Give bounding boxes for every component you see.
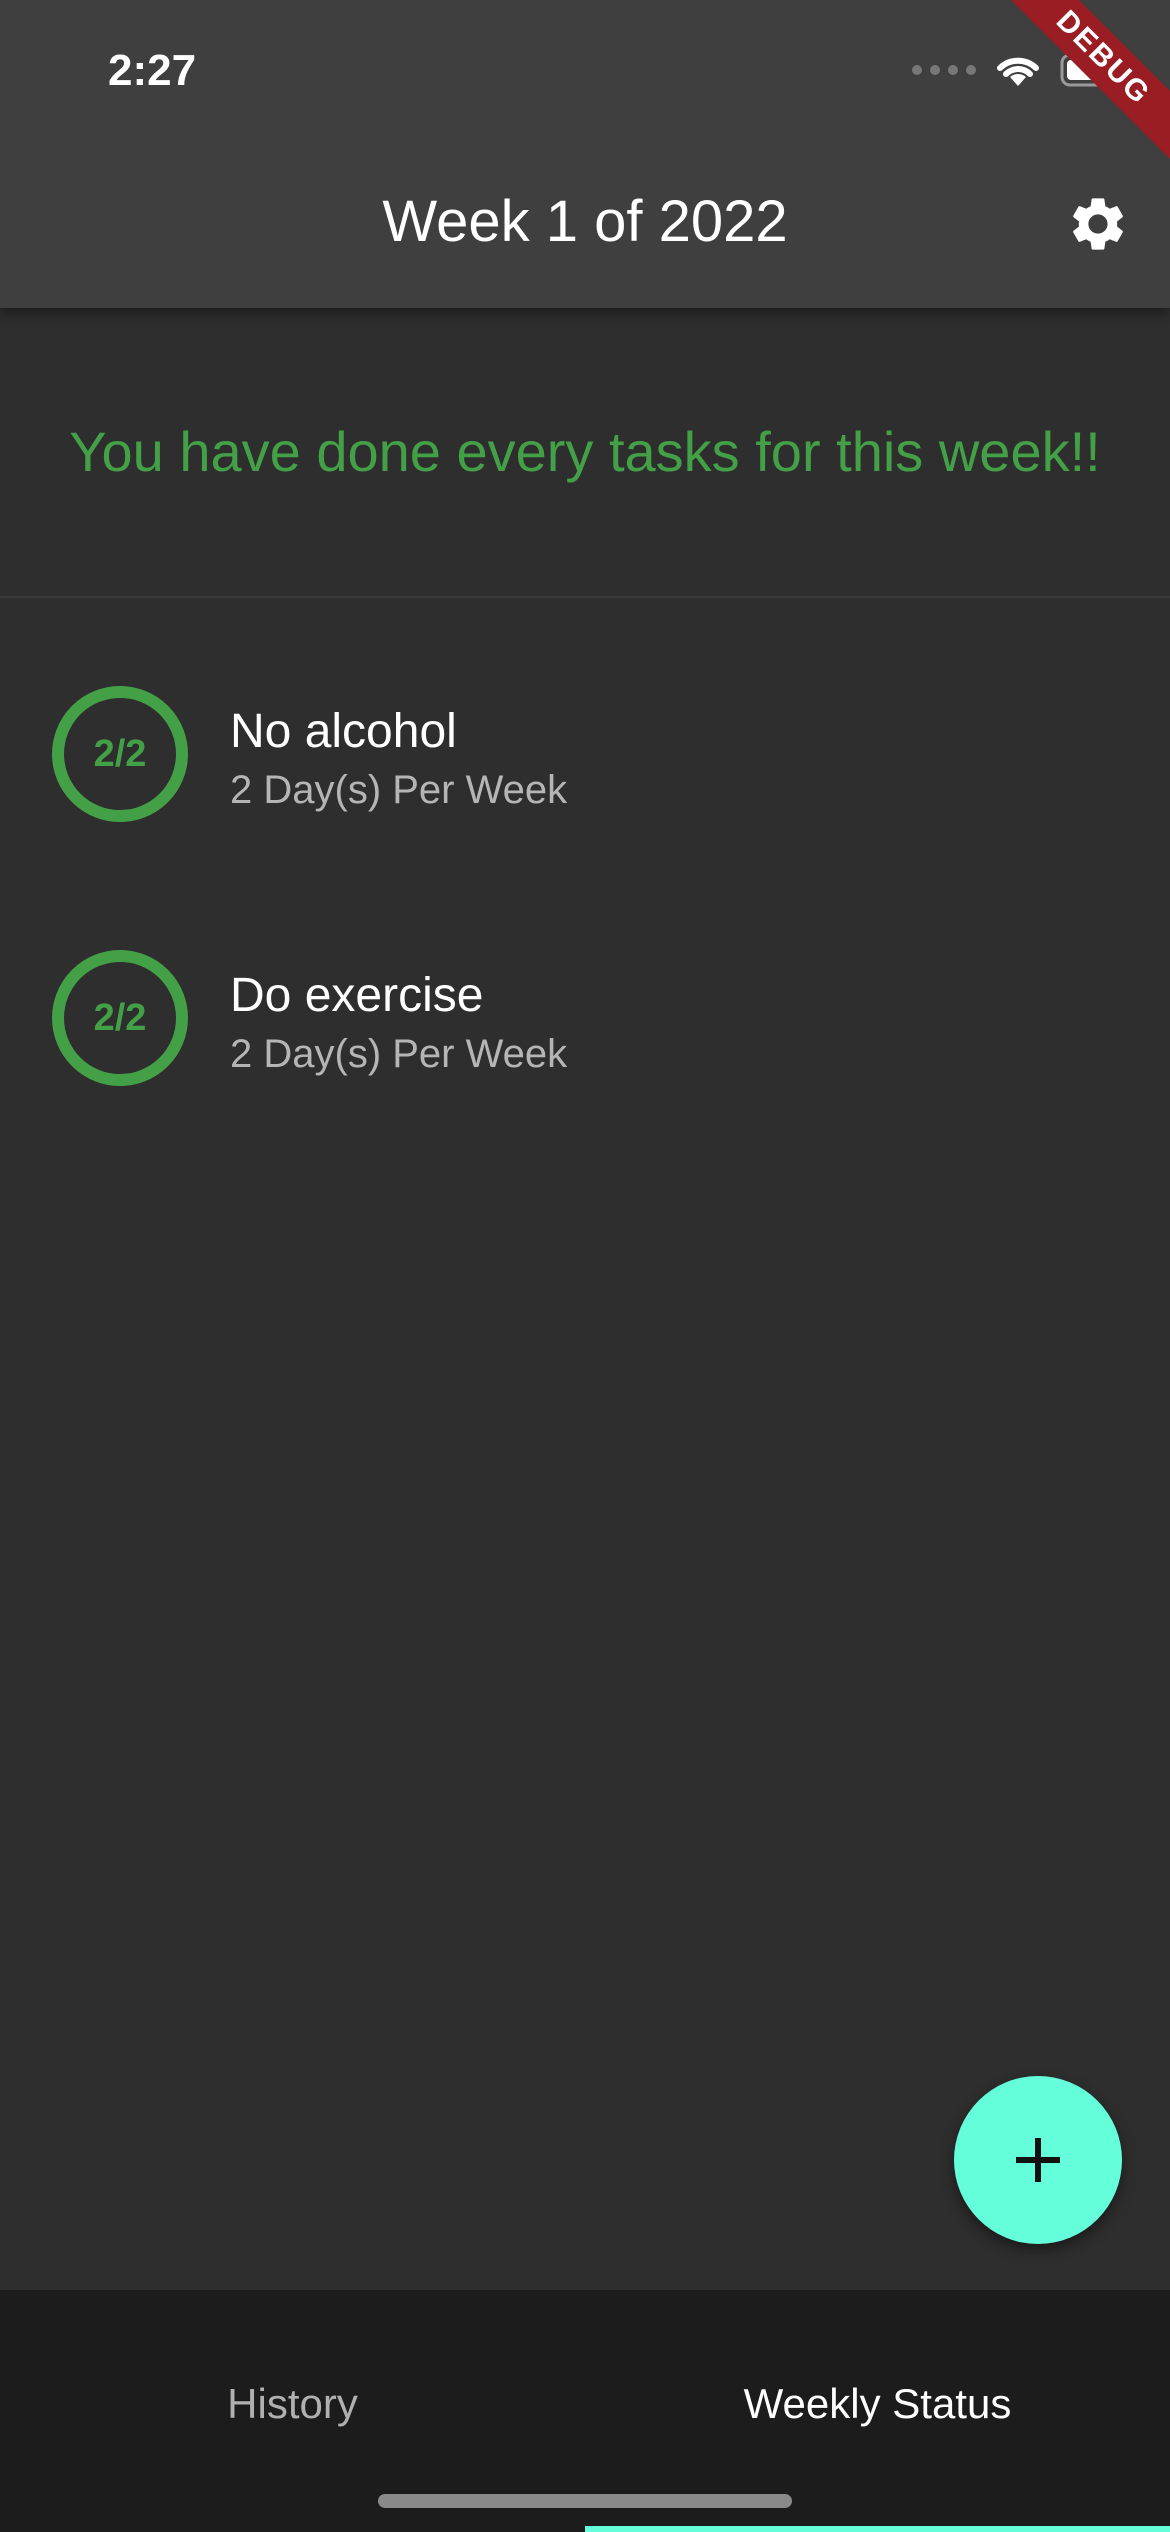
tab-weekly-status-label: Weekly Status xyxy=(743,2380,1012,2427)
task-item[interactable]: 2/2 Do exercise 2 Day(s) Per Week xyxy=(0,920,1170,1120)
task-frequency: 2 Day(s) Per Week xyxy=(230,1032,568,1076)
progress-ring: 2/2 xyxy=(52,686,188,822)
plus-icon xyxy=(1016,2138,1060,2182)
add-task-button[interactable] xyxy=(954,2076,1122,2244)
screen: 2:27 Week 1 of 2022 DEBUG You have done … xyxy=(0,0,1170,2532)
task-frequency: 2 Day(s) Per Week xyxy=(230,768,568,812)
completion-message: You have done every tasks for this week!… xyxy=(69,420,1101,483)
selected-tab-indicator xyxy=(585,2526,1170,2532)
completion-banner: You have done every tasks for this week!… xyxy=(0,308,1170,598)
task-item[interactable]: 2/2 No alcohol 2 Day(s) Per Week xyxy=(0,656,1170,856)
top-bar: 2:27 Week 1 of 2022 xyxy=(0,0,1170,308)
gear-icon[interactable] xyxy=(1066,192,1130,256)
page-title: Week 1 of 2022 xyxy=(382,189,788,254)
wifi-icon xyxy=(994,52,1042,88)
signal-dots-icon xyxy=(912,65,976,75)
task-title: Do exercise xyxy=(230,969,484,1022)
task-title: No alcohol xyxy=(230,705,457,758)
progress-ring: 2/2 xyxy=(52,950,188,1086)
status-time: 2:27 xyxy=(108,46,197,95)
tab-history-label: History xyxy=(227,2380,358,2427)
home-indicator xyxy=(378,2494,792,2508)
progress-count: 2/2 xyxy=(93,732,147,775)
progress-count: 2/2 xyxy=(93,996,147,1039)
